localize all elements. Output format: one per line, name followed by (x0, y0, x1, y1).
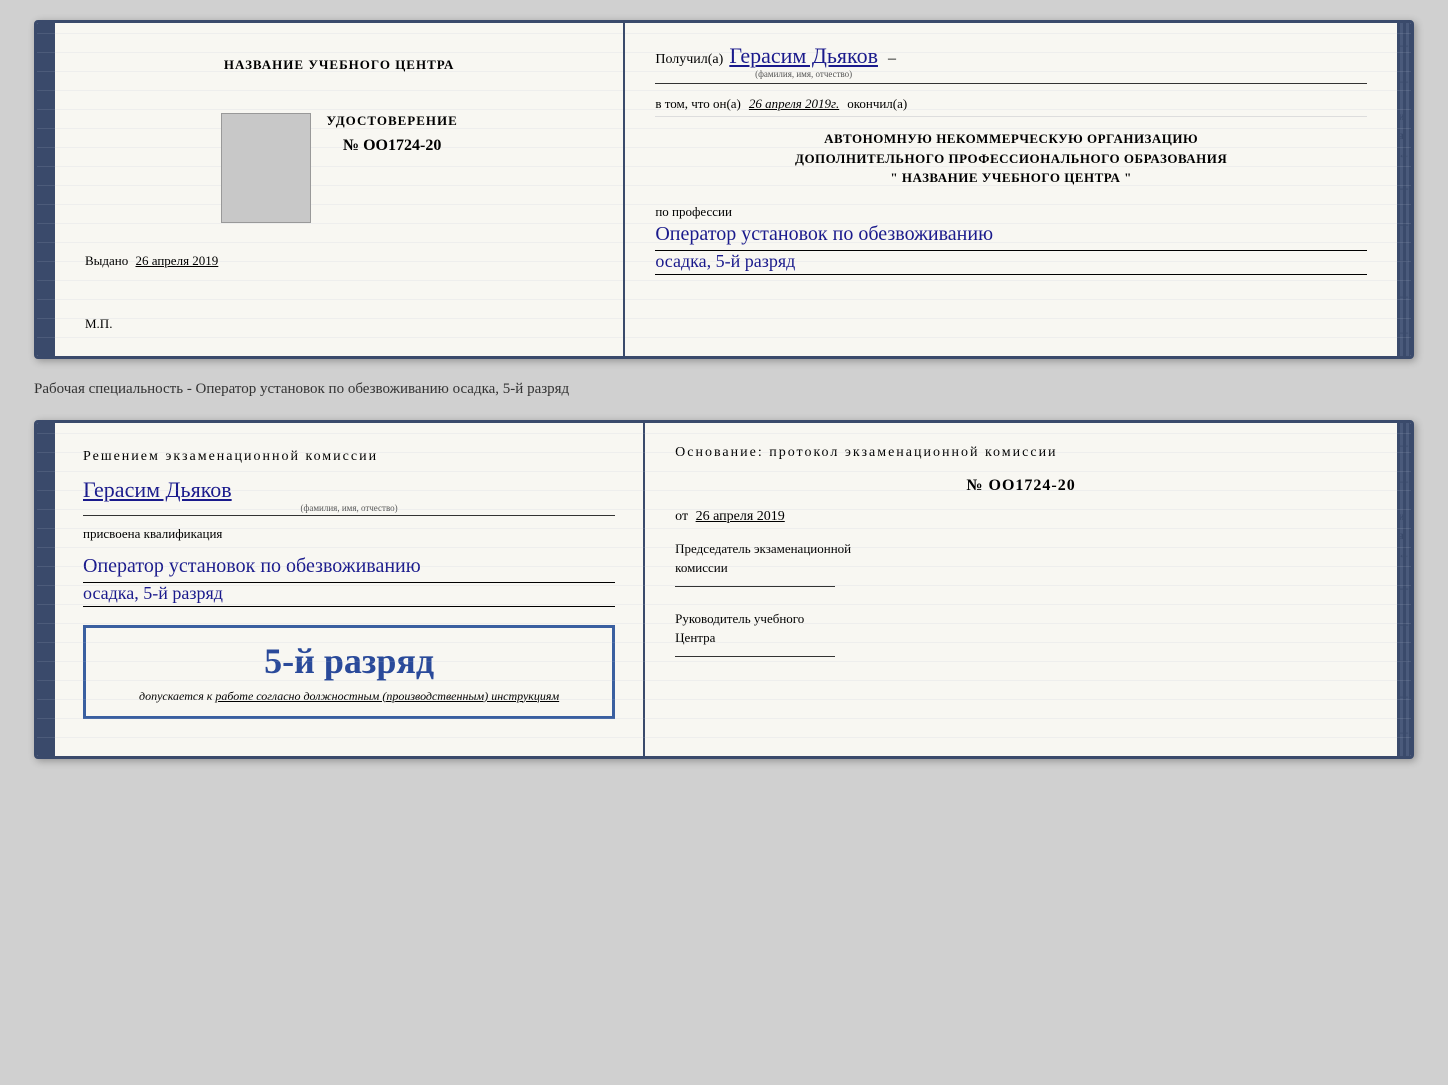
org-line2: ДОПОЛНИТЕЛЬНОГО ПРОФЕССИОНАЛЬНОГО ОБРАЗО… (655, 149, 1367, 169)
fio-sublabel: (фамилия, имя, отчество) (755, 69, 852, 79)
confirmation-row: в том, что он(а) 26 апреля 2019г. окончи… (655, 96, 1367, 117)
bletter-a: а (1398, 528, 1410, 543)
protocol-number: № OO1724-20 (675, 477, 1367, 495)
org-line1: АВТОНОМНУЮ НЕКОММЕРЧЕСКУЮ ОРГАНИЗАЦИЮ (655, 129, 1367, 149)
right-spine: – – и а ← – – – – – (1397, 23, 1411, 356)
photo-placeholder (221, 113, 311, 223)
bdash2: – (1400, 473, 1408, 491)
bdash3: – (1400, 580, 1408, 598)
profession-block: по профессии Оператор установок по обезв… (655, 200, 1367, 275)
letters-vertical: и а ← (1398, 109, 1410, 162)
letter-arrow: ← (1398, 147, 1410, 162)
issued-label: Выдано (85, 253, 128, 268)
qualification-value2: осадка, 5-й разряд (83, 583, 615, 607)
dash-char: – (888, 50, 896, 68)
admission-prefix: допускается к (139, 689, 212, 703)
cert-info: УДОСТОВЕРЕНИЕ № OO1724-20 (327, 113, 458, 155)
bottom-doc-left: Решением экзаменационной комиссии Гераси… (55, 423, 645, 756)
chairman-line2: комиссии (675, 558, 1367, 578)
bottom-fio-sublabel: (фамилия, имя, отчество) (83, 503, 615, 513)
mp-label: М.П. (85, 316, 112, 332)
bdash4: – (1400, 616, 1408, 634)
bletter-arrow: ← (1398, 547, 1410, 562)
received-label: Получил(а) (655, 52, 723, 68)
basis-title: Основание: протокол экзаменационной коми… (675, 443, 1367, 463)
bottom-right-dashes: – – и а ← – – – – – (1399, 427, 1409, 752)
admission-text: допускается к работе согласно должностны… (139, 688, 559, 705)
issued-date: 26 апреля 2019 (136, 253, 219, 268)
bottom-right-spine: – – и а ← – – – – – (1397, 423, 1411, 756)
org-name-block: АВТОНОМНУЮ НЕКОММЕРЧЕСКУЮ ОРГАНИЗАЦИЮ ДО… (655, 129, 1367, 188)
letter-a: а (1398, 128, 1410, 143)
qualification-value1: Оператор установок по обезвоживанию (83, 552, 615, 583)
cert-number: № OO1724-20 (343, 137, 441, 155)
director-line2: Центра (675, 628, 1367, 648)
bottom-document: Решением экзаменационной комиссии Гераси… (34, 420, 1414, 759)
confirmation-text: в том, что он(а) (655, 96, 741, 112)
decision-title: Решением экзаменационной комиссии (83, 447, 615, 467)
bdash5: – (1400, 652, 1408, 670)
left-spine (37, 23, 55, 356)
dash7: – (1400, 324, 1408, 342)
org-quote: " НАЗВАНИЕ УЧЕБНОГО ЦЕНТРА " (655, 168, 1367, 188)
confirmation-date: 26 апреля 2019г. (749, 96, 839, 112)
profession-label: по профессии (655, 204, 1367, 220)
dash4: – (1400, 216, 1408, 234)
right-dashes: – – и а ← – – – – – (1399, 27, 1409, 352)
bottom-recipient-name: Герасим Дьяков (83, 477, 232, 502)
profession-line2: осадка, 5-й разряд (655, 251, 1367, 275)
dash3: – (1400, 180, 1408, 198)
page-wrapper: НАЗВАНИЕ УЧЕБНОГО ЦЕНТРА УДОСТОВЕРЕНИЕ №… (34, 20, 1414, 759)
recipient-name: Герасим Дьяков (729, 43, 878, 69)
fio-group: Герасим Дьяков (фамилия, имя, отчество) (729, 43, 878, 79)
bletter-i: и (1398, 509, 1410, 524)
middle-specialty-label: Рабочая специальность - Оператор установ… (34, 377, 1414, 402)
recipient-row: Получил(а) Герасим Дьяков (фамилия, имя,… (655, 43, 1367, 84)
top-doc-left: НАЗВАНИЕ УЧЕБНОГО ЦЕНТРА УДОСТОВЕРЕНИЕ №… (55, 23, 625, 356)
protocol-date: 26 апреля 2019 (696, 509, 785, 524)
dash1: – (1400, 37, 1408, 55)
profession-value: Оператор установок по обезвоживанию (655, 220, 1367, 251)
issued-line: Выдано 26 апреля 2019 (85, 253, 218, 269)
bottom-left-spine (37, 423, 55, 756)
date-line: от 26 апреля 2019 (675, 509, 1367, 525)
date-prefix: от (675, 509, 688, 524)
finished-label: окончил(а) (847, 96, 907, 112)
dash6: – (1400, 288, 1408, 306)
admission-main-text: работе согласно должностным (производств… (215, 689, 559, 703)
letter-i: и (1398, 109, 1410, 124)
director-line1: Руководитель учебного (675, 609, 1367, 629)
training-center-title: НАЗВАНИЕ УЧЕБНОГО ЦЕНТРА (224, 57, 455, 73)
bottom-letters-vertical: и а ← (1398, 509, 1410, 562)
cert-block: УДОСТОВЕРЕНИЕ № OO1724-20 (221, 113, 458, 223)
qualification-label: присвоена квалификация (83, 526, 615, 542)
chairman-line1: Председатель экзаменационной (675, 539, 1367, 559)
dash5: – (1400, 252, 1408, 270)
director-block: Руководитель учебного Центра (675, 609, 1367, 657)
bottom-fio-block: Герасим Дьяков (фамилия, имя, отчество) (83, 477, 615, 516)
bdash1: – (1400, 437, 1408, 455)
bdash6: – (1400, 688, 1408, 706)
bottom-doc-right: Основание: протокол экзаменационной коми… (645, 423, 1397, 756)
top-document: НАЗВАНИЕ УЧЕБНОГО ЦЕНТРА УДОСТОВЕРЕНИЕ №… (34, 20, 1414, 359)
highlight-box: 5-й разряд допускается к работе согласно… (83, 625, 615, 720)
cert-title-label: УДОСТОВЕРЕНИЕ (327, 113, 458, 129)
qualification-value-block: Оператор установок по обезвоживанию осад… (83, 552, 615, 607)
top-doc-right: Получил(а) Герасим Дьяков (фамилия, имя,… (625, 23, 1397, 356)
director-signature-line (675, 656, 835, 657)
rank-text: 5-й разряд (264, 640, 434, 682)
chairman-block: Председатель экзаменационной комиссии (675, 539, 1367, 587)
bdash7: – (1400, 724, 1408, 742)
dash2: – (1400, 73, 1408, 91)
chairman-signature-line (675, 586, 835, 587)
